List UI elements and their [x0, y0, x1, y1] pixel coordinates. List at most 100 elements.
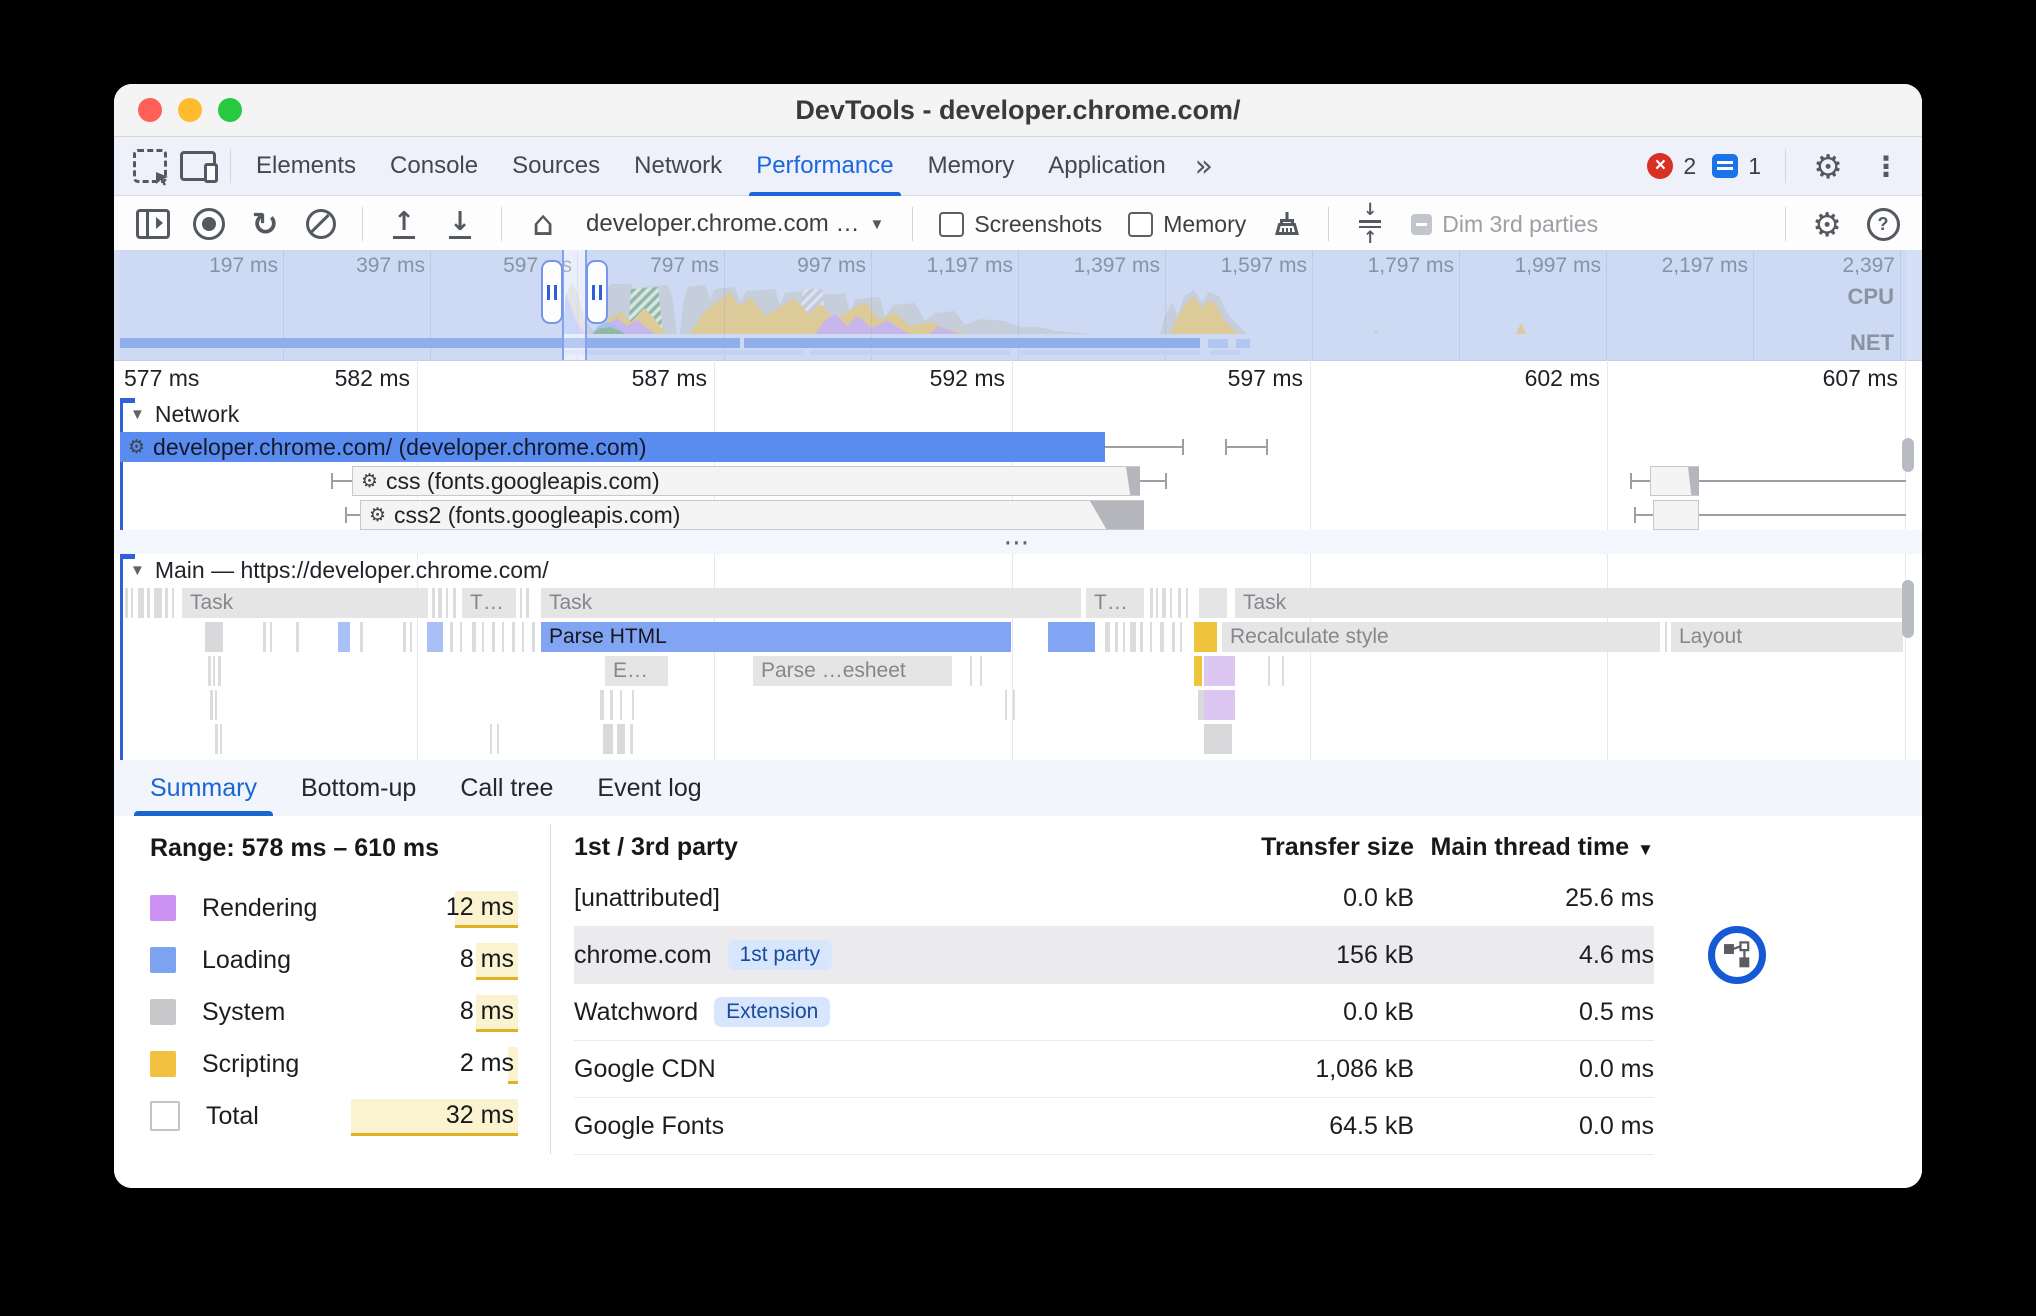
flame-bar[interactable]: [1194, 622, 1217, 652]
checkbox-box[interactable]: [939, 212, 964, 237]
zoom-window-button[interactable]: [218, 98, 242, 122]
selection-handle-left[interactable]: [541, 260, 563, 324]
table-row-watchword[interactable]: WatchwordExtension0.0 kB0.5 ms: [574, 984, 1654, 1041]
error-icon[interactable]: ×: [1647, 153, 1673, 179]
flame-sliver: [1150, 622, 1152, 652]
table-row-google-cdn[interactable]: Google CDN1,086 kB0.0 ms: [574, 1041, 1654, 1098]
checkbox-box[interactable]: [1128, 212, 1153, 237]
clear-icon[interactable]: [298, 202, 344, 246]
flame-bar[interactable]: [1204, 656, 1235, 686]
tab-event-log[interactable]: Event log: [575, 760, 723, 816]
flame-bar-task[interactable]: Task: [182, 588, 428, 618]
flame-sliver: [453, 588, 456, 618]
tab-call-tree[interactable]: Call tree: [438, 760, 575, 816]
memory-checkbox[interactable]: Memory: [1120, 211, 1254, 238]
tab-elements[interactable]: Elements: [239, 137, 373, 195]
error-count[interactable]: 2: [1683, 153, 1696, 180]
flame-bar[interactable]: [338, 622, 350, 652]
record-icon[interactable]: [186, 202, 232, 246]
flame-bar-e[interactable]: E…: [605, 656, 668, 686]
screenshots-checkbox[interactable]: Screenshots: [931, 211, 1110, 238]
inspect-element-icon[interactable]: [126, 144, 174, 188]
column-header-transfer-size[interactable]: Transfer size: [1114, 833, 1414, 862]
column-header-main-thread-time[interactable]: Main thread time▼: [1414, 833, 1654, 862]
flame-bar-t[interactable]: T…: [1086, 588, 1144, 618]
network-request-bar[interactable]: ⚙developer.chrome.com/ (developer.chrome…: [120, 432, 1105, 462]
table-row-unattributed[interactable]: [unattributed]0.0 kB25.6 ms: [574, 870, 1654, 927]
request-label: css (fonts.googleapis.com): [386, 468, 660, 495]
network-request-bar[interactable]: ⚙css2 (fonts.googleapis.com): [360, 500, 1144, 530]
tab-summary[interactable]: Summary: [128, 760, 279, 816]
minimize-window-button[interactable]: [178, 98, 202, 122]
close-window-button[interactable]: [138, 98, 162, 122]
flame-bar[interactable]: [1048, 622, 1095, 652]
flame-bar-recalculate-style[interactable]: Recalculate style: [1222, 622, 1660, 652]
network-scrollbar-thumb[interactable]: [1902, 438, 1914, 472]
network-request-bar[interactable]: ⚙css (fonts.googleapis.com): [352, 466, 1140, 496]
titlebar: DevTools - developer.chrome.com/: [114, 84, 1922, 137]
track-overflow-handle[interactable]: ⋯: [114, 530, 1922, 554]
network-request-bar[interactable]: [1653, 500, 1699, 530]
tab-console[interactable]: Console: [373, 137, 495, 195]
load-profile-icon[interactable]: ↑: [381, 202, 427, 246]
flame-bar[interactable]: [617, 724, 625, 754]
flame-sliver: [218, 656, 221, 686]
show-in-flame-chart-icon[interactable]: [1708, 926, 1766, 984]
home-icon[interactable]: ⌂: [520, 202, 566, 246]
network-track: ▼ Network ⚙developer.chrome.com/ (develo…: [114, 398, 1922, 554]
tab-bottom-up[interactable]: Bottom-up: [279, 760, 438, 816]
sort-descending-icon[interactable]: ▼: [1637, 840, 1654, 859]
table-row-chrome-com[interactable]: chrome.com1st party156 kB4.6 ms: [574, 927, 1654, 984]
request-whisker-line: [1699, 514, 1906, 516]
flame-bar[interactable]: [1204, 690, 1235, 720]
flame-bar-task[interactable]: Task: [1235, 588, 1903, 618]
request-whisker-tick: [1634, 507, 1636, 523]
flame-bar[interactable]: [427, 622, 443, 652]
flame-bar[interactable]: [603, 724, 613, 754]
garbage-collect-brush-icon[interactable]: [1264, 202, 1310, 246]
more-tabs-button[interactable]: »: [1183, 137, 1225, 195]
help-icon[interactable]: ?: [1860, 202, 1906, 246]
flame-bar-parse-html[interactable]: Parse HTML: [541, 622, 1011, 652]
tab-application[interactable]: Application: [1031, 137, 1182, 195]
capture-settings-gear-icon[interactable]: ⚙: [1804, 202, 1850, 246]
tab-network[interactable]: Network: [617, 137, 739, 195]
table-row-google-fonts[interactable]: Google Fonts64.5 kB0.0 ms: [574, 1098, 1654, 1155]
tab-sources[interactable]: Sources: [495, 137, 617, 195]
overview-selection: [563, 250, 586, 360]
flame-bar[interactable]: [205, 622, 223, 652]
main-menu-kebab-icon[interactable]: ⋮: [1862, 144, 1910, 188]
selection-handle-right[interactable]: [586, 260, 608, 324]
flame-bar-t[interactable]: T…: [462, 588, 516, 618]
collapse-tracks-icon[interactable]: ↓↑: [1347, 202, 1393, 246]
flame-bar-parse-esheet[interactable]: Parse …esheet: [753, 656, 952, 686]
main-scrollbar-thumb[interactable]: [1902, 580, 1914, 638]
checkbox-box[interactable]: [1411, 214, 1432, 235]
flame-bar[interactable]: [1199, 588, 1227, 618]
settings-gear-icon[interactable]: ⚙: [1804, 144, 1852, 188]
divider: [501, 207, 502, 241]
device-toolbar-icon[interactable]: [174, 144, 222, 188]
flame-bar[interactable]: [1204, 724, 1232, 754]
flame-bar[interactable]: [1194, 656, 1202, 686]
overview-dim-right: [586, 250, 1906, 360]
toggle-sidebar-icon[interactable]: [130, 202, 176, 246]
column-header-party[interactable]: 1st / 3rd party: [574, 833, 1114, 862]
tab-performance[interactable]: Performance: [739, 137, 910, 195]
history-dropdown[interactable]: developer.chrome.com … ▼: [576, 210, 894, 238]
legend-swatch: [150, 1101, 180, 1131]
timeline-overview[interactable]: 197 ms397 ms597 ms797 ms997 ms1,197 ms1,…: [114, 250, 1922, 361]
party-name: Google Fonts: [574, 1112, 724, 1141]
party-name-cell: chrome.com1st party: [574, 940, 1114, 970]
net-track-label: NET: [1850, 330, 1894, 356]
legend-label: Total: [206, 1102, 259, 1131]
flame-bar-task[interactable]: Task: [541, 588, 1081, 618]
tab-memory[interactable]: Memory: [911, 137, 1032, 195]
flame-bar-layout[interactable]: Layout: [1671, 622, 1903, 652]
issues-icon[interactable]: [1712, 154, 1738, 178]
save-profile-icon[interactable]: ↓: [437, 202, 483, 246]
reload-and-record-icon[interactable]: ↻: [242, 202, 288, 246]
panel-tabs: ElementsConsoleSourcesNetworkPerformance…: [239, 137, 1183, 195]
issues-count[interactable]: 1: [1748, 153, 1761, 180]
dim-third-parties-checkbox[interactable]: Dim 3rd parties: [1403, 211, 1606, 238]
